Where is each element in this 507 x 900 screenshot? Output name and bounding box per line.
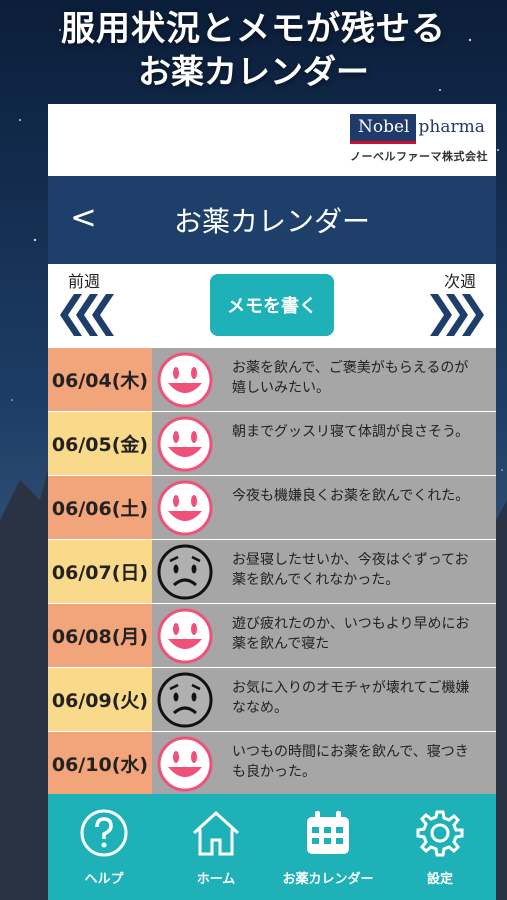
entry-date: 06/09(火) <box>48 668 152 731</box>
happy-face-icon <box>152 476 218 539</box>
tab-label: ホーム <box>196 872 236 887</box>
brand-header: Nobel pharma ノーベルファーマ株式会社 <box>48 104 496 176</box>
page-title: お薬カレンダー <box>173 205 370 238</box>
entry-date: 06/07(日) <box>48 540 152 603</box>
company-logo: Nobel pharma ノーベルファーマ株式会社 <box>350 114 488 164</box>
help-icon <box>79 808 129 862</box>
next-week-label[interactable]: 次週 <box>444 268 476 292</box>
entry-memo: お昼寝したせいか、今夜はぐずってお薬を飲んでくれなかった。 <box>218 540 496 603</box>
sad-face-icon <box>152 668 218 731</box>
happy-face-icon <box>152 412 218 475</box>
entry-date: 06/04(木) <box>48 348 152 411</box>
tab-label: お薬カレンダー <box>282 872 374 887</box>
entry-memo: お薬を飲んで、ご褒美がもらえるのが嬉しいみたい。 <box>218 348 496 411</box>
calendar-entry-list: 06/04(木) お薬を飲んで、ご褒美がもらえるのが嬉しいみたい。 06/05(金… <box>48 348 496 796</box>
tab-gear[interactable]: 設定 <box>384 794 496 900</box>
calendar-entry-row[interactable]: 06/04(木) お薬を飲んで、ご褒美がもらえるのが嬉しいみたい。 <box>48 348 496 412</box>
tab-calendar[interactable]: お薬カレンダー <box>272 794 384 900</box>
calendar-icon <box>303 808 353 862</box>
write-memo-button[interactable]: メモを書く <box>210 274 334 336</box>
entry-memo: 遊び疲れたのか、いつもより早めにお薬を飲んで寝た <box>218 604 496 667</box>
tab-home[interactable]: ホーム <box>160 794 272 900</box>
calendar-entry-row[interactable]: 06/05(金) 朝までグッスリ寝て体調が良さそう。 <box>48 412 496 476</box>
happy-face-icon <box>152 348 218 411</box>
entry-memo: 朝までグッスリ寝て体調が良さそう。 <box>218 412 496 475</box>
logo-rest-text: pharma <box>418 117 485 137</box>
gear-icon <box>415 808 465 862</box>
calendar-entry-row[interactable]: 06/07(日) お昼寝したせいか、今夜はぐずってお薬を飲んでくれなかった。 <box>48 540 496 604</box>
happy-face-icon <box>152 604 218 667</box>
week-navigation: 前週 メモを書く 次週 <box>48 264 496 352</box>
calendar-entry-row[interactable]: 06/06(土) 今夜も機嫌良くお薬を飲んでくれた。 <box>48 476 496 540</box>
entry-date: 06/06(土) <box>48 476 152 539</box>
entry-memo: 今夜も機嫌良くお薬を飲んでくれた。 <box>218 476 496 539</box>
happy-face-icon <box>152 732 218 795</box>
prev-week-label[interactable]: 前週 <box>68 268 100 292</box>
calendar-entry-row[interactable]: 06/10(水) いつもの時間にお薬を飲んで、寝つきも良かった。 <box>48 732 496 796</box>
tab-label: ヘルプ <box>84 872 124 887</box>
company-name: ノーベルファーマ株式会社 <box>350 150 488 163</box>
sad-face-icon <box>152 540 218 603</box>
app-screen: Nobel pharma ノーベルファーマ株式会社 < お薬カレンダー 前週 メ… <box>48 104 496 900</box>
promo-headline: 服用状況とメモが残せる お薬カレンダー <box>0 8 507 92</box>
entry-date: 06/08(月) <box>48 604 152 667</box>
entry-date: 06/05(金) <box>48 412 152 475</box>
prev-week-chevron-icon[interactable] <box>56 292 118 338</box>
tab-help[interactable]: ヘルプ <box>48 794 160 900</box>
logo-box-text: Nobel <box>350 114 416 144</box>
bottom-tab-bar: ヘルプ ホーム お薬カレンダー 設定 <box>48 794 496 900</box>
tab-label: 設定 <box>426 872 453 887</box>
home-icon <box>190 808 242 862</box>
calendar-entry-row[interactable]: 06/09(火) お気に入りのオモチャが壊れてご機嫌ななめ。 <box>48 668 496 732</box>
entry-memo: お気に入りのオモチャが壊れてご機嫌ななめ。 <box>218 668 496 731</box>
navigation-bar: < お薬カレンダー <box>48 176 496 264</box>
calendar-entry-row[interactable]: 06/08(月) 遊び疲れたのか、いつもより早めにお薬を飲んで寝た <box>48 604 496 668</box>
headline-line2: お薬カレンダー <box>138 51 369 91</box>
headline-line1: 服用状況とメモが残せる <box>61 9 446 49</box>
next-week-chevron-icon[interactable] <box>426 292 488 338</box>
entry-date: 06/10(水) <box>48 732 152 795</box>
entry-memo: いつもの時間にお薬を飲んで、寝つきも良かった。 <box>218 732 496 795</box>
